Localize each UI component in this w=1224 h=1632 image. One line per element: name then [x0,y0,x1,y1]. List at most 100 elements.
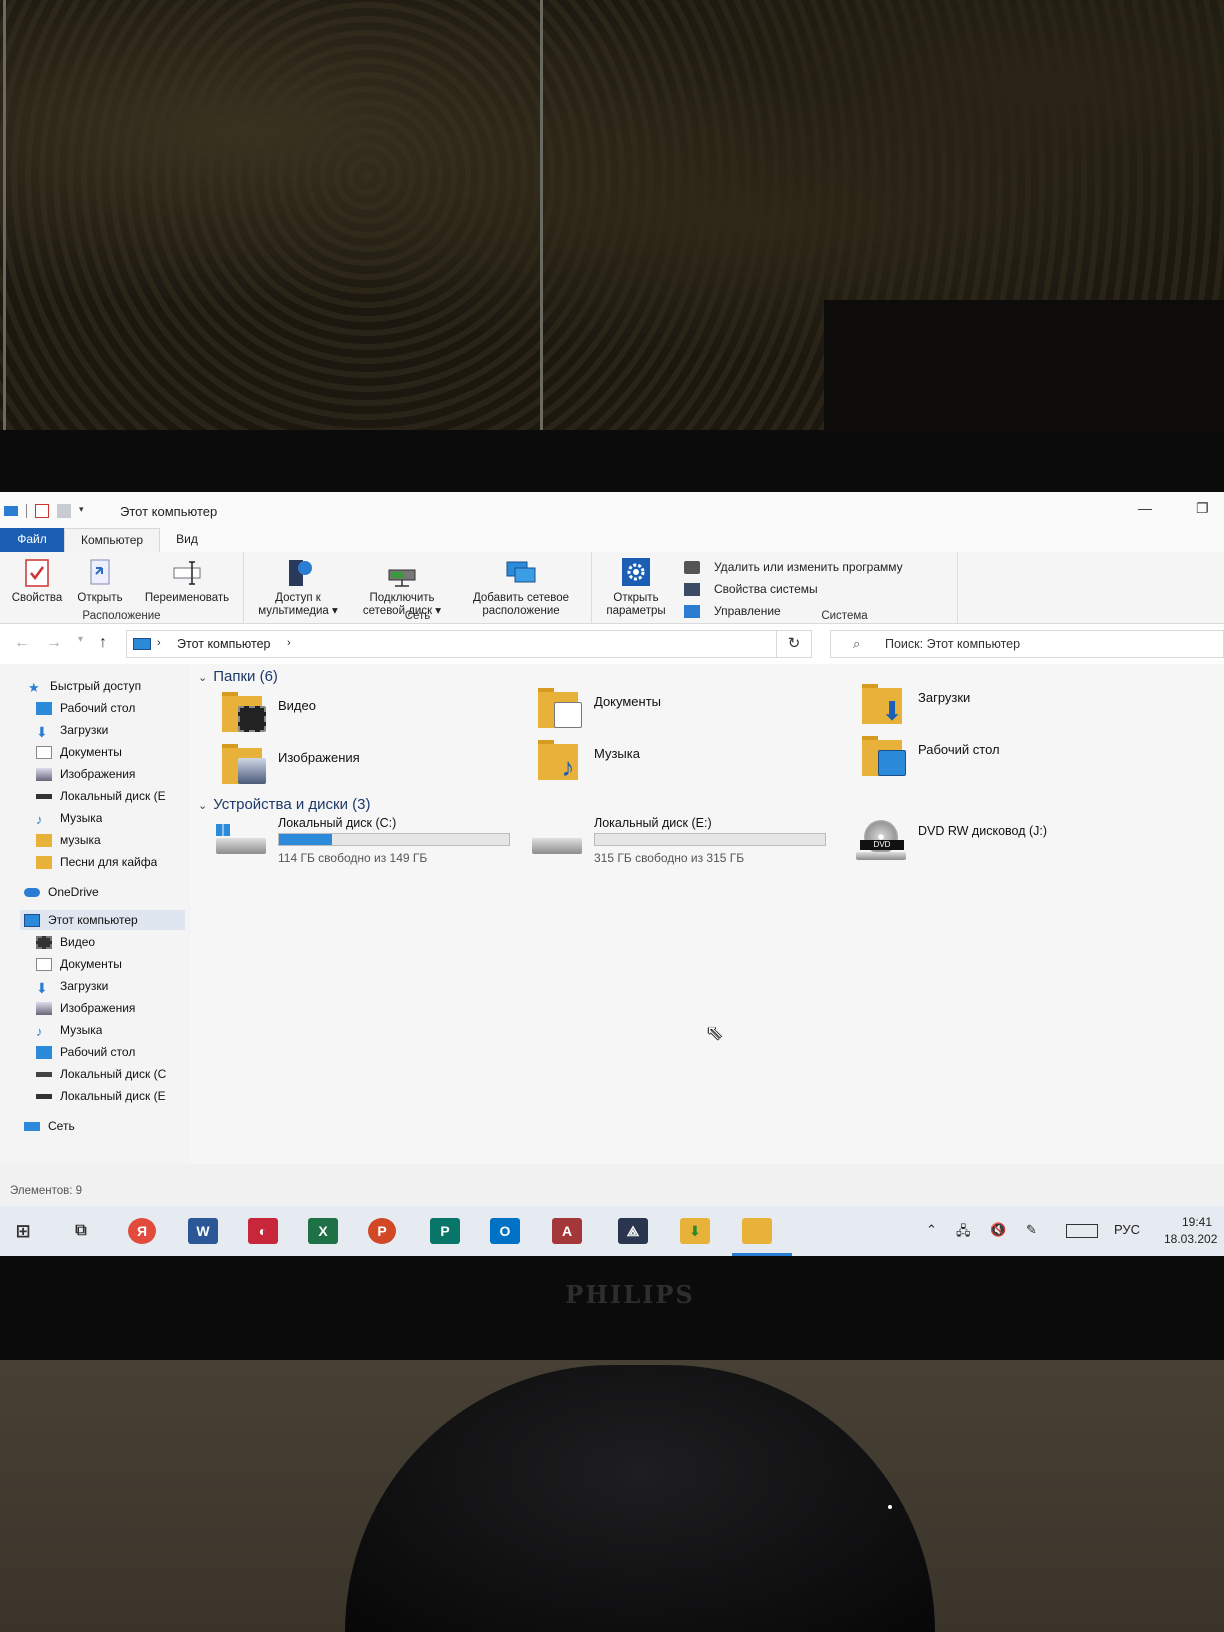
word-icon[interactable]: W [188,1218,218,1244]
file-explorer-icon[interactable] [742,1218,772,1244]
sidebar-item-network[interactable]: Сеть [24,1116,75,1136]
rename-button[interactable]: Переименовать [134,558,240,605]
network-status-icon[interactable]: 🖧 [956,1222,971,1244]
drive-icon [36,793,52,799]
screen: ▾ Этот компьютер — ❐ Файл Компьютер Вид … [0,492,1224,1256]
sidebar-item-quick-access[interactable]: ★ Быстрый доступ [28,676,141,696]
search-input[interactable]: ⌕ Поиск: Этот компьютер [830,630,1224,658]
tab-computer[interactable]: Компьютер [64,528,161,552]
new-folder-icon[interactable] [57,504,71,518]
sidebar-item-pc-documents[interactable]: Документы [36,954,122,974]
sidebar-item-music[interactable]: ♪ Музыка [36,808,102,828]
open-settings-button[interactable]: Открыть параметры [598,558,674,618]
explorer-icon[interactable] [4,506,18,516]
drive-e[interactable]: Локальный диск (E:) 315 ГБ свободно из 3… [530,816,826,865]
sidebar-item-local-disk-e[interactable]: Локальный диск (E [36,786,188,806]
sidebar-item-pictures[interactable]: Изображения📌 [36,764,196,784]
reader-app-icon[interactable]: ◐ [248,1218,278,1244]
folder-desktop[interactable]: Рабочий стол [860,736,1000,780]
computer-icon [133,638,151,650]
pen-icon[interactable]: ✎ [1026,1222,1037,1238]
address-field[interactable]: › Этот компьютер › ⌄ [126,630,806,658]
windows-start-icon[interactable]: ⊞ [8,1218,38,1244]
sidebar-item-music-folder[interactable]: музыка [36,830,101,850]
open-button[interactable]: Открыть [70,558,130,605]
sidebar-item-pc-music[interactable]: ♪ Музыка [36,1020,102,1040]
show-hidden-icons-chevron-icon[interactable]: ⌃ [926,1222,937,1238]
drive-e-name: Локальный диск (E:) [594,816,712,830]
sidebar-item-local-disk-c[interactable]: Локальный диск (C [36,1064,188,1084]
add-network-location-button[interactable]: Добавить сетевое расположение [456,558,586,618]
folder-music[interactable]: ♪ Музыка [536,740,640,784]
search-icon: ⌕ [853,636,861,651]
excel-icon[interactable]: X [308,1218,338,1244]
sidebar-item-onedrive[interactable]: OneDrive [24,882,99,902]
sidebar-item-documents[interactable]: Документы📌 [36,742,196,762]
download-arrow-icon: ⬇ [36,979,48,996]
sidebar-item-desktop[interactable]: Рабочий стол📌 [36,698,196,718]
language-indicator[interactable]: РУС [1114,1222,1140,1237]
network-icon [24,1121,40,1131]
history-dropdown-icon[interactable]: ▾ [78,634,83,652]
drive-dvd[interactable]: DVD DVD RW дисковод (J:) [854,818,1047,862]
minimize-icon[interactable]: — [1138,500,1152,516]
task-view-icon[interactable]: ⧉ [66,1218,96,1244]
refresh-icon[interactable]: ↻ [776,630,812,658]
up-arrow-icon[interactable]: ↑ [99,634,107,652]
sidebar-item-pc-downloads[interactable]: ⬇ Загрузки [36,976,108,996]
open-icon [90,559,110,585]
back-arrow-icon[interactable]: ← [14,634,30,652]
nav-buttons: ← → ▾ ↑ [14,634,107,652]
acrobat-icon[interactable]: ⟁ [618,1218,648,1244]
outlook-icon[interactable]: O [490,1218,520,1244]
clock[interactable]: 19:41 18.03.202 [1164,1214,1224,1248]
folders-section-header[interactable]: ⌄ Папки (6) [198,668,278,685]
drive-c-free-space: 114 ГБ свободно из 149 ГБ [278,851,428,865]
quick-access-toolbar: ▾ [4,504,89,518]
document-icon [36,957,52,971]
powerpoint-icon[interactable]: P [368,1218,396,1244]
group-system: Открыть параметры Удалить или изменить пр… [592,552,958,624]
sidebar-item-pc-videos[interactable]: Видео [36,932,95,952]
access-icon[interactable]: A [552,1218,582,1244]
media-server-icon [289,560,312,586]
system-properties-button[interactable]: Свойства системы [684,582,818,596]
drives-section-header[interactable]: ⌄ Устройства и диски (3) [198,796,370,813]
download-arrow-icon: ⬇ [36,723,48,740]
keyboard-icon[interactable] [1066,1224,1098,1238]
tab-view[interactable]: Вид [160,528,214,552]
folder-documents[interactable]: Документы [536,688,661,732]
forward-arrow-icon[interactable]: → [46,634,62,652]
dvd-drive-icon: DVD [854,820,908,862]
title-bar: ▾ Этот компьютер — ❐ [0,492,1224,530]
desktop-folder-icon [860,736,908,780]
breadcrumb[interactable]: Этот компьютер [177,637,270,651]
sidebar-item-pc-desktop[interactable]: Рабочий стол [36,1042,135,1062]
uninstall-program-button[interactable]: Удалить или изменить программу [684,560,903,574]
map-network-drive-button[interactable]: Подключить сетевой диск ▾ [352,558,452,618]
yandex-browser-icon[interactable]: Я [128,1218,156,1244]
rename-icon [173,561,201,585]
tab-file[interactable]: Файл [0,528,64,552]
folder-videos[interactable]: Видео [220,692,316,736]
downloads-folder-taskbar-icon[interactable]: ⬇ [680,1218,710,1244]
sidebar-item-songs-folder[interactable]: Песни для кайфа [36,852,157,872]
properties-button[interactable]: Свойства [6,558,68,605]
system-properties-icon [684,582,700,596]
drive-c[interactable]: Локальный диск (C:) 114 ГБ свободно из 1… [214,816,510,865]
wall-seam [540,0,543,430]
publisher-icon[interactable]: P [430,1218,460,1244]
sidebar-item-local-disk-e-pc[interactable]: Локальный диск (E [36,1086,188,1106]
dropdown-icon[interactable]: ▾ [79,504,89,518]
drive-dvd-name: DVD RW дисковод (J:) [918,824,1048,838]
sidebar-item-this-pc[interactable]: Этот компьютер [20,910,185,930]
restore-icon[interactable]: ❐ [1196,500,1209,517]
folder-pictures[interactable]: Изображения [220,744,360,788]
sidebar-item-pc-pictures[interactable]: Изображения [36,998,135,1018]
volume-muted-icon[interactable]: 🔇 [990,1222,1006,1238]
properties-icon[interactable] [35,504,49,518]
sidebar-item-downloads[interactable]: ⬇ Загрузки📌 [36,720,196,740]
media-access-button[interactable]: Доступ к мультимедиа ▾ [248,558,348,618]
address-bar-row: ← → ▾ ↑ › Этот компьютер › ⌄ ↻ ⌕ Поиск: … [0,624,1224,664]
folder-downloads[interactable]: ⬇ Загрузки [860,684,970,728]
